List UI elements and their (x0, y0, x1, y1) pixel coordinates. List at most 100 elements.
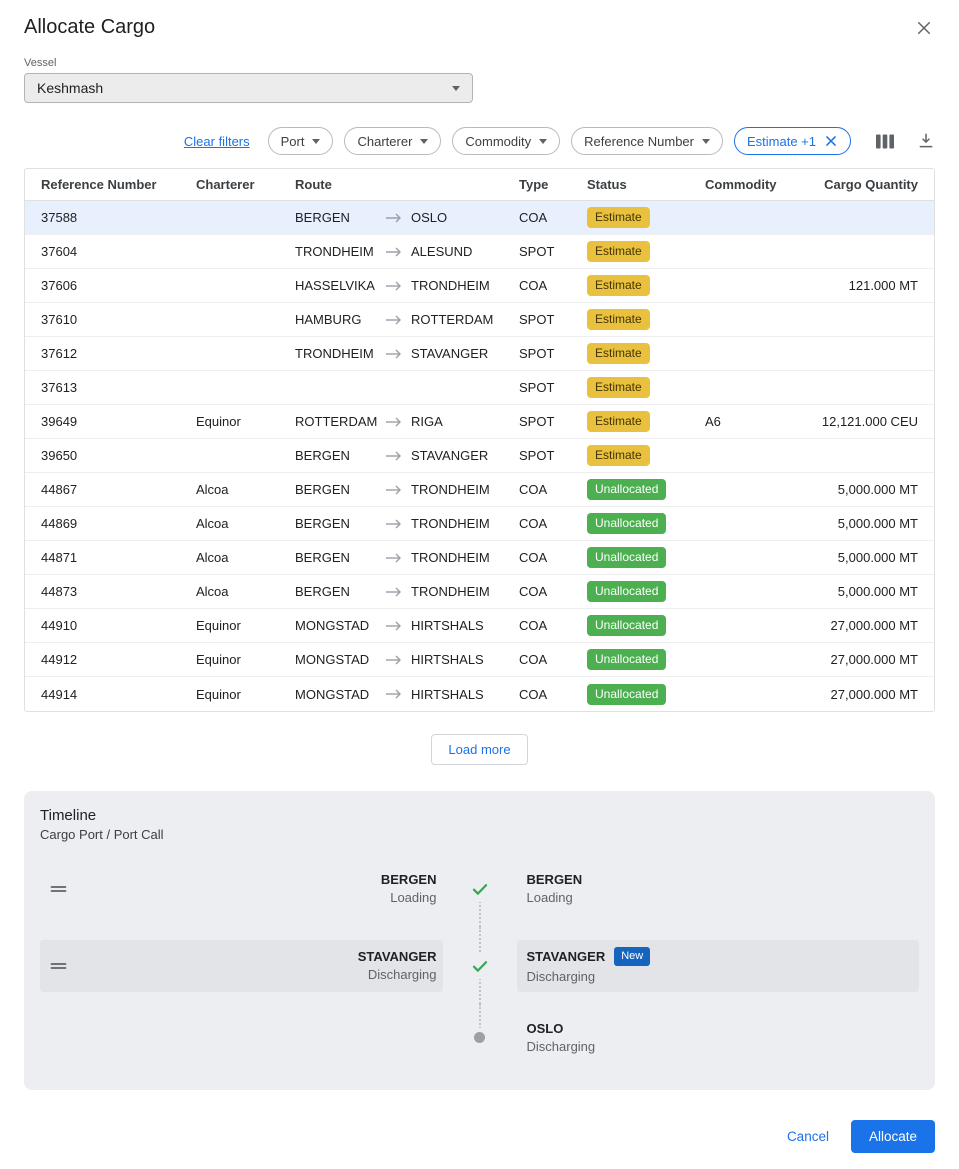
route-destination: HIRTSHALS (411, 652, 484, 667)
timeline-subtitle: Cargo Port / Port Call (40, 827, 919, 842)
table-row[interactable]: 44873AlcoaBERGENTRONDHEIMCOAUnallocated5… (25, 575, 934, 609)
route-destination: RIGA (411, 414, 443, 429)
route-origin: MONGSTAD (295, 652, 385, 667)
close-icon[interactable] (824, 134, 838, 148)
filter-chip-estimate-1[interactable]: Estimate +1 (734, 127, 851, 155)
reference-number-cell: 44914 (25, 687, 180, 702)
cancel-button[interactable]: Cancel (773, 1121, 843, 1152)
chevron-down-icon (312, 139, 320, 144)
status-cell: Unallocated (571, 581, 689, 602)
status-badge: Estimate (587, 207, 650, 228)
port-name-line: STAVANGERNew (527, 947, 651, 965)
table-row[interactable]: 44871AlcoaBERGENTRONDHEIMCOAUnallocated5… (25, 541, 934, 575)
route-destination: TRONDHEIM (411, 550, 490, 565)
table-row[interactable]: 44910EquinorMONGSTADHIRTSHALSCOAUnalloca… (25, 609, 934, 643)
filter-chip-commodity[interactable]: Commodity (452, 127, 560, 155)
route-destination: TRONDHEIM (411, 516, 490, 531)
port-name: BERGEN (527, 872, 583, 887)
table-row[interactable]: 37588BERGENOSLOCOAEstimate (25, 201, 934, 235)
page-title: Allocate Cargo (24, 16, 155, 39)
status-badge: Unallocated (587, 547, 666, 568)
drag-handle-icon[interactable] (50, 960, 67, 972)
route-cell: BERGEN TRONDHEIM (279, 516, 503, 531)
close-icon[interactable] (913, 17, 935, 39)
cargo-quantity-cell: 5,000.000 MT (789, 482, 934, 497)
chevron-down-icon (420, 139, 428, 144)
table-row[interactable]: 37610HAMBURGROTTERDAMSPOTEstimate (25, 303, 934, 337)
reference-number-cell: 37604 (25, 244, 180, 259)
route-destination: OSLO (411, 210, 447, 225)
status-badge: Unallocated (587, 479, 666, 500)
table-row[interactable]: 37604TRONDHEIMALESUNDSPOTEstimate (25, 235, 934, 269)
table-row[interactable]: 44914EquinorMONGSTADHIRTSHALSCOAUnalloca… (25, 677, 934, 711)
timeline-row[interactable]: BERGENLoading BERGENLoading (40, 850, 919, 927)
timeline-left-text: STAVANGERDischarging (358, 949, 437, 982)
route-origin: BERGEN (295, 516, 385, 531)
filter-chip-reference-number[interactable]: Reference Number (571, 127, 723, 155)
download-icon[interactable] (917, 132, 935, 150)
filter-chip-label: Reference Number (584, 134, 694, 149)
timeline-panel: Timeline Cargo Port / Port Call BERGENLo… (24, 791, 935, 1090)
timeline-connector (443, 1004, 517, 1070)
table-body: 37588BERGENOSLOCOAEstimate37604TRONDHEIM… (25, 201, 934, 711)
column-header-type: Type (503, 177, 571, 192)
vessel-select[interactable]: Keshmash (24, 73, 473, 103)
check-icon (468, 953, 492, 979)
commodity-cell: A6 (689, 414, 789, 429)
load-more-wrap: Load more (24, 734, 935, 765)
chevron-down-icon (452, 86, 460, 91)
clear-filters-link[interactable]: Clear filters (184, 134, 250, 149)
route-cell: HASSELVIKATRONDHEIM (279, 278, 503, 293)
arrow-right-icon (385, 654, 411, 666)
reference-number-cell: 44867 (25, 482, 180, 497)
type-cell: COA (503, 210, 571, 225)
type-cell: COA (503, 618, 571, 633)
charterer-cell: Equinor (180, 618, 279, 633)
table-row[interactable]: 44869AlcoaBERGENTRONDHEIMCOAUnallocated5… (25, 507, 934, 541)
reference-number-cell: 44869 (25, 516, 180, 531)
columns-icon[interactable] (875, 133, 895, 150)
cargo-quantity-cell: 27,000.000 MT (789, 618, 934, 633)
arrow-right-icon (385, 246, 411, 258)
charterer-cell: Alcoa (180, 482, 279, 497)
table-row[interactable]: 37613SPOTEstimate (25, 371, 934, 405)
table-row[interactable]: 37606HASSELVIKATRONDHEIMCOAEstimate121.0… (25, 269, 934, 303)
reference-number-cell: 44871 (25, 550, 180, 565)
status-cell: Estimate (571, 275, 689, 296)
arrow-right-icon (385, 314, 411, 326)
table-actions (875, 132, 935, 150)
cargo-quantity-cell: 27,000.000 MT (789, 687, 934, 702)
allocate-button[interactable]: Allocate (851, 1120, 935, 1153)
table-row[interactable]: 37612TRONDHEIMSTAVANGERSPOTEstimate (25, 337, 934, 371)
timeline-left-text: BERGENLoading (381, 872, 437, 905)
route-destination: HIRTSHALS (411, 687, 484, 702)
filter-chip-charterer[interactable]: Charterer (344, 127, 441, 155)
status-badge: Estimate (587, 411, 650, 432)
timeline-row[interactable]: OSLODischarging (40, 1004, 919, 1070)
table-header-row: Reference NumberChartererRouteTypeStatus… (25, 169, 934, 201)
timeline-row[interactable]: STAVANGERDischargingSTAVANGERNewDischarg… (40, 927, 919, 1004)
table-row[interactable]: 39649EquinorROTTERDAMRIGASPOTEstimateA61… (25, 405, 934, 439)
timeline-right-text: BERGENLoading (527, 872, 583, 905)
table-row[interactable]: 44867AlcoaBERGENTRONDHEIMCOAUnallocated5… (25, 473, 934, 507)
port-name-line: OSLO (527, 1021, 596, 1036)
arrow-right-icon (385, 688, 411, 700)
status-badge: Estimate (587, 275, 650, 296)
timeline-connector (443, 927, 517, 1004)
vessel-select-value: Keshmash (37, 80, 103, 96)
status-cell: Estimate (571, 377, 689, 398)
timeline-title: Timeline (40, 807, 919, 824)
route-origin: TRONDHEIM (295, 346, 385, 361)
load-more-button[interactable]: Load more (431, 734, 527, 765)
drag-handle-icon[interactable] (50, 883, 67, 895)
charterer-cell: Alcoa (180, 550, 279, 565)
arrow-right-icon (385, 212, 411, 224)
chevron-down-icon (702, 139, 710, 144)
charterer-cell: Equinor (180, 687, 279, 702)
table-row[interactable]: 44912EquinorMONGSTADHIRTSHALSCOAUnalloca… (25, 643, 934, 677)
table-row[interactable]: 39650BERGENSTAVANGERSPOTEstimate (25, 439, 934, 473)
route-destination: TRONDHEIM (411, 482, 490, 497)
filter-chip-port[interactable]: Port (268, 127, 334, 155)
filter-bar: Clear filters Port Charterer Commodity Refe… (24, 127, 935, 155)
timeline-left-cell: BERGENLoading (40, 863, 443, 915)
